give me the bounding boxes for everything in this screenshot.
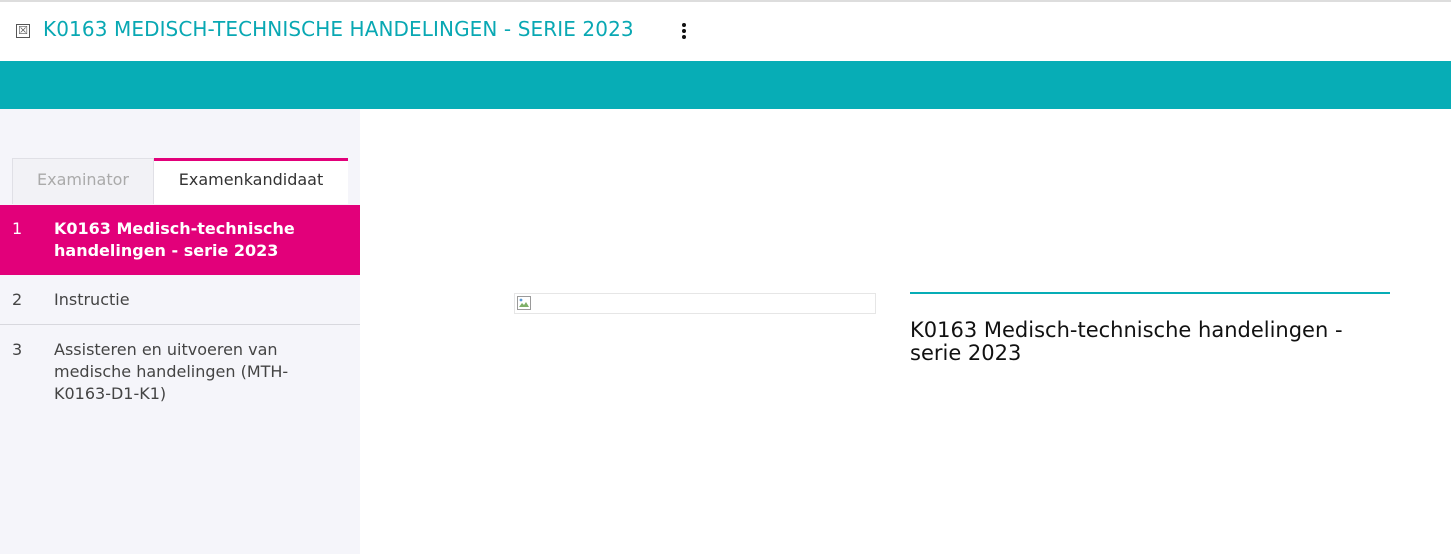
- sidebar-item-2[interactable]: 2 Instructie: [0, 275, 360, 325]
- close-icon[interactable]: ☒: [16, 24, 30, 38]
- sidebar-item-number: 1: [12, 219, 23, 238]
- page-title: K0163 MEDISCH-TECHNISCHE HANDELINGEN - S…: [43, 17, 634, 41]
- sidebar-item-number: 3: [12, 340, 23, 359]
- sidebar-item-label: Assisteren en uitvoeren van medische han…: [54, 340, 289, 403]
- tab-examinator[interactable]: Examinator: [12, 158, 154, 204]
- tab-examenkandidaat[interactable]: Examenkandidaat: [154, 158, 348, 204]
- broken-image: [514, 293, 876, 314]
- content-title: K0163 Medisch-technische handelingen - s…: [910, 318, 1343, 365]
- sidebar-item-label: Instructie: [54, 290, 130, 309]
- sidebar: Examinator Examenkandidaat 1 K0163 Medis…: [0, 109, 360, 554]
- kebab-menu-icon[interactable]: [676, 20, 692, 42]
- content-divider: [910, 292, 1390, 294]
- sidebar-item-1[interactable]: 1 K0163 Medisch-technische handelingen -…: [0, 205, 360, 275]
- sidebar-item-3[interactable]: 3 Assisteren en uitvoeren van medische h…: [0, 325, 360, 425]
- sidebar-item-number: 2: [12, 290, 23, 309]
- sidebar-item-label: K0163 Medisch-technische handelingen - s…: [54, 219, 295, 260]
- teal-banner: [0, 61, 1451, 109]
- broken-image-icon: [517, 296, 531, 310]
- header-bar: ☒ K0163 MEDISCH-TECHNISCHE HANDELINGEN -…: [0, 2, 1451, 61]
